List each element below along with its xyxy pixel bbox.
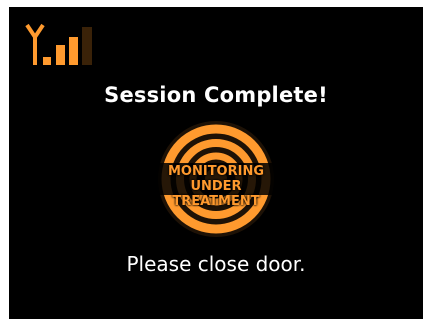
emblem-line-monitoring: MONITORING: [167, 164, 265, 179]
emblem-line-under-treatment: UNDER TREATMENT: [172, 179, 260, 209]
signal-strength-icon: [25, 23, 92, 65]
close-door-message: Please close door.: [126, 252, 306, 276]
treatment-emblem: MONITORING UNDER TREATMENT: [156, 119, 276, 239]
device-screen: Session Complete! MONITORING UNDER TREAT…: [9, 7, 423, 319]
session-complete-title: Session Complete!: [104, 83, 328, 107]
